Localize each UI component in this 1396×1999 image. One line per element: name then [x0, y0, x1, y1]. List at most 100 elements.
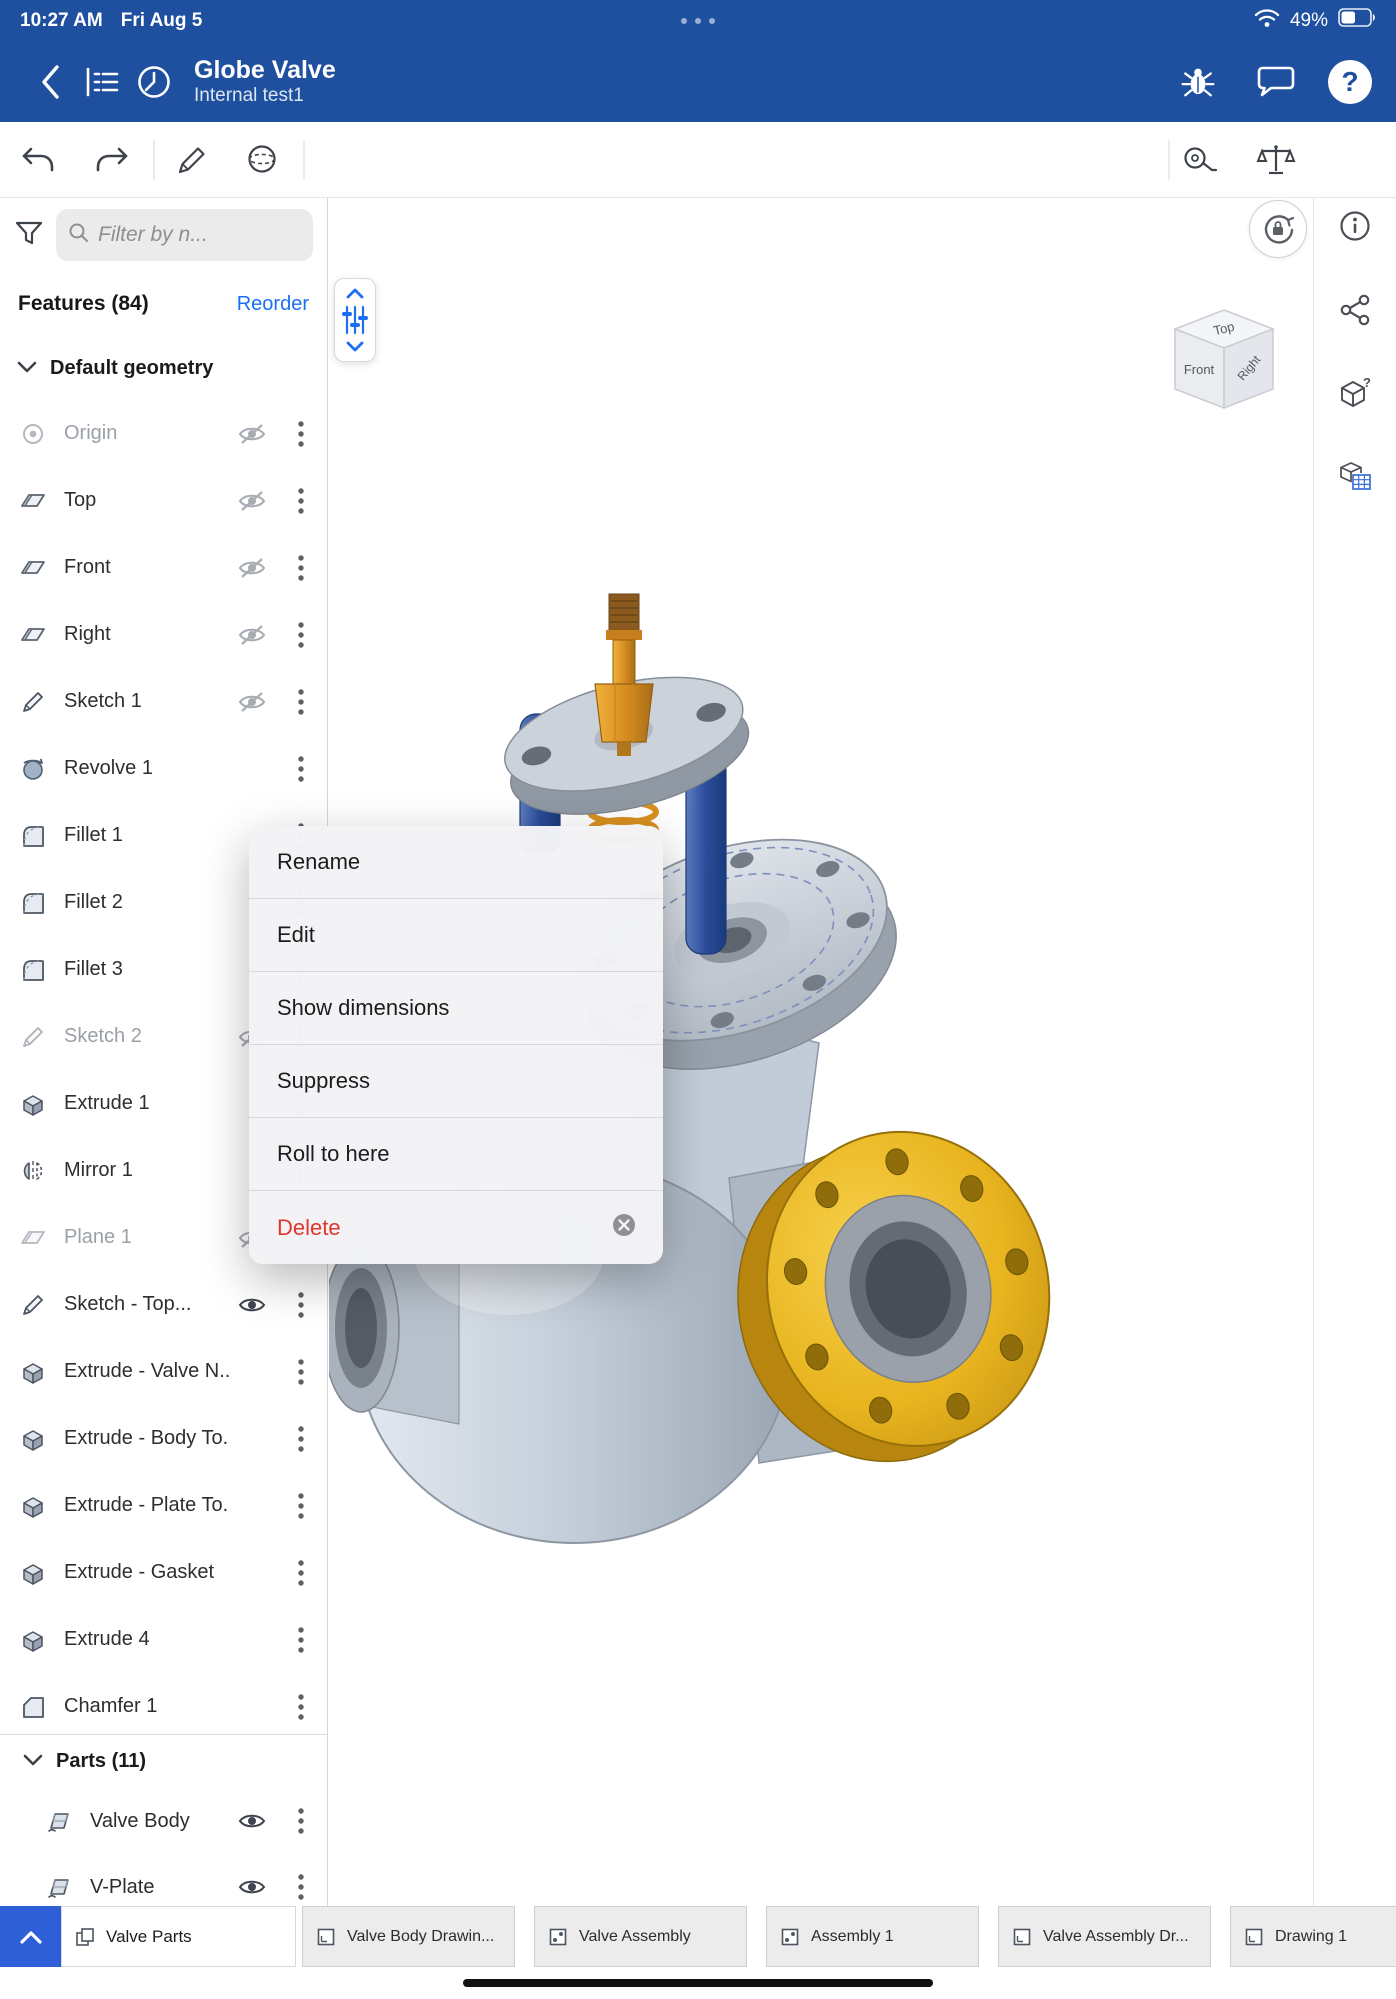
bottom-bar: Valve PartsValve Body Drawin... Valve Ass… [0, 1906, 1396, 1967]
sketch-tool-button[interactable] [174, 142, 210, 178]
overflow-menu-icon[interactable] [275, 687, 327, 717]
expand-panel-button[interactable] [0, 1906, 61, 1967]
overflow-menu-icon[interactable] [275, 1290, 327, 1320]
menu-item-show-dimensions[interactable]: Show dimensions [249, 972, 663, 1045]
tree-item-label: Sketch - Top... [64, 1293, 229, 1316]
feature-list-toggle-icon[interactable] [76, 56, 128, 108]
tree-item-label: Fillet 1 [64, 824, 229, 847]
hidden-eye-icon[interactable] [229, 490, 275, 512]
bom-table-icon[interactable] [1327, 450, 1383, 506]
svg-text:?: ? [1363, 376, 1371, 390]
tree-item-label: Sketch 2 [64, 1025, 229, 1048]
overflow-menu-icon[interactable] [275, 1872, 327, 1902]
tree-item-origin[interactable]: Origin [0, 400, 327, 467]
rotate-lock-button[interactable] [1249, 200, 1307, 258]
tree-item-extrude-4[interactable]: Extrude 4 [0, 1606, 327, 1673]
menu-item-suppress[interactable]: Suppress [249, 1045, 663, 1118]
tree-item-extrude-plate-to[interactable]: Extrude - Plate To... [0, 1472, 327, 1539]
view-cube[interactable]: Top Front Right [1165, 304, 1283, 424]
tree-item-right[interactable]: Right [0, 601, 327, 668]
wifi-icon [1254, 8, 1280, 34]
overflow-menu-icon[interactable] [275, 1692, 327, 1722]
tree-item-revolve-1[interactable]: Revolve 1 [0, 735, 327, 802]
menu-item-delete[interactable]: Delete [249, 1191, 663, 1264]
sphere-primitive-button[interactable] [242, 142, 282, 178]
revolve-feature-icon [18, 755, 48, 783]
tree-item-top[interactable]: Top [0, 467, 327, 534]
filter-input[interactable] [98, 223, 301, 247]
right-sidebar: ? [1313, 198, 1396, 1906]
tree-item-sketch-1[interactable]: Sketch 1 [0, 668, 327, 735]
overflow-menu-icon[interactable] [275, 553, 327, 583]
overflow-menu-icon[interactable] [275, 419, 327, 449]
redo-button[interactable] [93, 144, 131, 176]
mass-properties-button[interactable] [1256, 142, 1296, 178]
drawing-tab-icon [1243, 1926, 1265, 1948]
group-parts[interactable]: Parts (11) [0, 1734, 327, 1788]
overflow-menu-icon[interactable] [275, 486, 327, 516]
overflow-menu-icon[interactable] [275, 1424, 327, 1454]
document-tab-valve-assembly-dr[interactable]: Valve Assembly Dr... [998, 1906, 1211, 1967]
comments-icon[interactable] [1250, 56, 1302, 108]
tree-item-sketch-top[interactable]: Sketch - Top... [0, 1271, 327, 1338]
hidden-eye-icon[interactable] [229, 557, 275, 579]
tree-item-label: Extrude - Body To... [64, 1427, 229, 1450]
tree-item-label: Front [64, 556, 229, 579]
main-toolbar [0, 122, 1396, 198]
document-tab-drawing-1[interactable]: Drawing 1 [1230, 1906, 1396, 1967]
tree-item-extrude-body-to[interactable]: Extrude - Body To... [0, 1405, 327, 1472]
tree-item-extrude-valve-n[interactable]: Extrude - Valve N... [0, 1338, 327, 1405]
document-tab-valve-parts[interactable]: Valve Parts [61, 1906, 296, 1967]
info-icon[interactable] [1327, 198, 1383, 254]
rollback-bar-handle[interactable] [334, 278, 376, 362]
visible-eye-icon[interactable] [229, 1294, 275, 1316]
extrude-feature-icon [18, 1492, 48, 1520]
document-tab-valve-assembly[interactable]: Valve Assembly [534, 1906, 747, 1967]
extrude-feature-icon [18, 1090, 48, 1118]
overflow-menu-icon[interactable] [275, 1357, 327, 1387]
filter-funnel-icon[interactable] [14, 219, 44, 252]
document-tab-assembly-1[interactable]: Assembly 1 [766, 1906, 979, 1967]
reorder-button[interactable]: Reorder [237, 293, 309, 316]
menu-item-edit[interactable]: Edit [249, 899, 663, 972]
share-icon[interactable] [1327, 282, 1383, 338]
document-tab-valve-body-drawin[interactable]: Valve Body Drawin... [302, 1906, 515, 1967]
tree-item-front[interactable]: Front [0, 534, 327, 601]
overflow-menu-icon[interactable] [275, 754, 327, 784]
isometric-help-cube-icon[interactable]: ? [1327, 366, 1383, 422]
tree-item-extrude-gasket[interactable]: Extrude - Gasket [0, 1539, 327, 1606]
app-header: Globe Valve Internal test1 ? [0, 41, 1396, 122]
report-bug-icon[interactable] [1172, 56, 1224, 108]
menu-item-rename[interactable]: Rename [249, 826, 663, 899]
battery-icon [1338, 8, 1376, 33]
history-versions-icon[interactable] [128, 56, 180, 108]
tree-item-chamfer-1[interactable]: Chamfer 1 [0, 1673, 327, 1734]
tree-item-valve-body[interactable]: Valve Body [0, 1788, 327, 1854]
overflow-menu-icon[interactable] [275, 1625, 327, 1655]
visible-eye-icon[interactable] [229, 1810, 275, 1832]
plane-feature-icon [18, 554, 48, 582]
visible-eye-icon[interactable] [229, 1876, 275, 1898]
back-button[interactable] [24, 56, 76, 108]
overflow-menu-icon[interactable] [275, 1558, 327, 1588]
parts-tab-icon [74, 1926, 96, 1948]
hidden-eye-icon[interactable] [229, 423, 275, 445]
hidden-eye-icon[interactable] [229, 624, 275, 646]
home-indicator[interactable] [463, 1979, 933, 1987]
view-cube-front-label: Front [1184, 362, 1215, 377]
tree-item-v-plate[interactable]: V-Plate [0, 1854, 327, 1906]
help-button[interactable]: ? [1328, 60, 1372, 104]
tab-label: Valve Assembly Dr... [1043, 1928, 1189, 1946]
overflow-menu-icon[interactable] [275, 1806, 327, 1836]
overflow-menu-icon[interactable] [275, 1491, 327, 1521]
measure-button[interactable] [1180, 143, 1220, 177]
extrude-feature-icon [18, 1358, 48, 1386]
plane-feature-icon [18, 487, 48, 515]
overflow-menu-icon[interactable] [275, 620, 327, 650]
filter-search-field[interactable] [56, 209, 313, 261]
hidden-eye-icon[interactable] [229, 691, 275, 713]
menu-item-roll-to-here[interactable]: Roll to here [249, 1118, 663, 1191]
undo-button[interactable] [19, 144, 57, 176]
group-default-geometry[interactable]: Default geometry [0, 336, 327, 400]
plane-feature-icon [18, 1224, 48, 1252]
